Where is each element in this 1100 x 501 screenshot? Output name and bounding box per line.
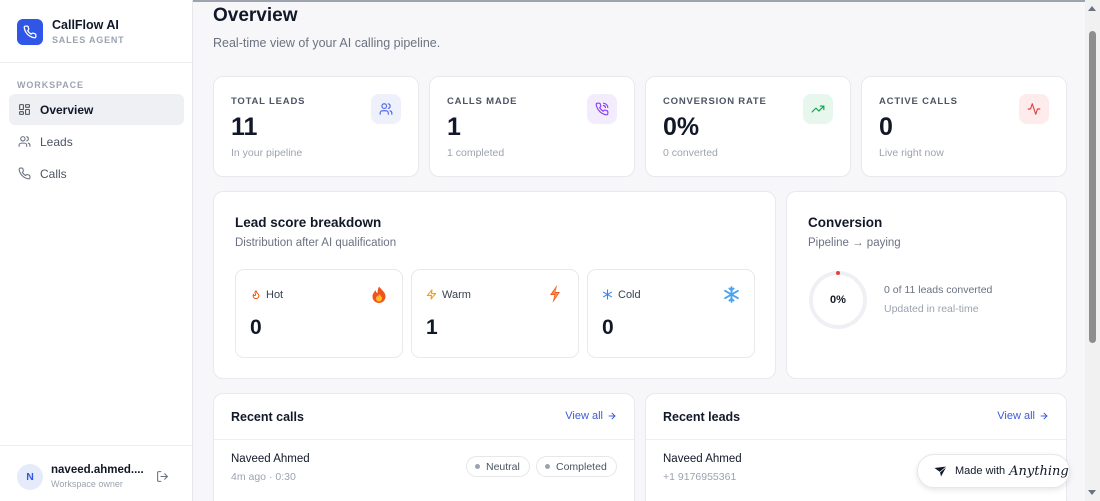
zap-icon xyxy=(426,289,437,300)
logout-icon[interactable] xyxy=(156,470,170,484)
made-with-brand: Anything xyxy=(1009,463,1069,479)
view-all-calls-link[interactable]: View all xyxy=(565,410,617,422)
stat-label: CONVERSION RATE xyxy=(663,96,767,107)
badge-label: Neutral xyxy=(486,460,520,473)
activity-icon xyxy=(1019,94,1049,124)
anything-logo-icon xyxy=(934,465,947,477)
stat-label: ACTIVE CALLS xyxy=(879,96,958,107)
stat-value: 1 xyxy=(447,113,461,141)
flame-icon xyxy=(250,289,261,300)
score-card-hot: Hot 0 xyxy=(235,269,403,358)
stat-card-active-calls: ACTIVE CALLS 0 Live right now xyxy=(861,76,1067,177)
view-all-label: View all xyxy=(997,410,1035,422)
users-icon xyxy=(17,135,31,149)
divider xyxy=(646,439,1066,440)
stat-label: CALLS MADE xyxy=(447,96,518,107)
stat-label: TOTAL LEADS xyxy=(231,96,306,107)
score-label: Hot xyxy=(266,289,284,301)
brand-subtitle: SALES AGENT xyxy=(52,35,125,45)
page-title: Overview xyxy=(213,5,298,26)
score-card-cold: Cold 0 xyxy=(587,269,755,358)
lightning-emoji-icon xyxy=(546,285,564,303)
conversion-card: Conversion Pipeline → paying 0% 0 of 11 … xyxy=(786,191,1067,379)
trending-up-icon xyxy=(803,94,833,124)
user-name: naveed.ahmed.... xyxy=(51,464,144,476)
vertical-scrollbar[interactable] xyxy=(1085,0,1100,501)
avatar: N xyxy=(17,464,43,490)
card-title: Recent calls xyxy=(231,410,304,424)
score-label: Warm xyxy=(442,289,471,301)
divider xyxy=(214,439,634,440)
phone-call-icon xyxy=(587,94,617,124)
brand[interactable]: CallFlow AI SALES AGENT xyxy=(17,18,124,45)
snowflake-icon xyxy=(602,289,613,300)
conversion-summary: 0 of 11 leads converted xyxy=(884,284,993,296)
lead-score-breakdown-card: Lead score breakdown Distribution after … xyxy=(213,191,776,379)
stat-value: 0% xyxy=(663,113,700,141)
stat-card-calls-made: CALLS MADE 1 1 completed xyxy=(429,76,635,177)
brand-title: CallFlow AI xyxy=(52,18,119,32)
score-label: Cold xyxy=(618,289,641,301)
stat-card-conversion-rate: CONVERSION RATE 0% 0 converted xyxy=(645,76,851,177)
scroll-up-arrow-icon[interactable] xyxy=(1088,6,1096,11)
scrollbar-thumb[interactable] xyxy=(1089,31,1096,343)
score-value: 1 xyxy=(426,316,438,339)
user-role: Workspace owner xyxy=(51,479,123,489)
stat-note: Live right now xyxy=(879,147,944,159)
stat-card-total-leads: TOTAL LEADS 11 In your pipeline xyxy=(213,76,419,177)
grid-icon xyxy=(17,103,31,117)
status-dot xyxy=(475,464,480,469)
sidebar-section-label: WORKSPACE xyxy=(17,80,84,90)
status-badge: Completed xyxy=(536,456,617,477)
stat-value: 0 xyxy=(879,113,893,141)
sidebar-nav: Overview Leads Calls xyxy=(9,94,184,190)
conversion-updated: Updated in real-time xyxy=(884,303,979,315)
score-value: 0 xyxy=(250,316,262,339)
lead-phone: +1 9176955361 xyxy=(663,471,737,483)
stat-value: 11 xyxy=(231,113,258,141)
sidebar-divider xyxy=(0,62,192,63)
sidebar-item-overview[interactable]: Overview xyxy=(9,94,184,125)
score-value: 0 xyxy=(602,316,614,339)
badge-label: Completed xyxy=(556,460,607,473)
arrow-right-icon xyxy=(1039,411,1049,421)
sidebar: CallFlow AI SALES AGENT WORKSPACE Overvi… xyxy=(0,0,193,501)
card-subtitle: Pipeline → paying xyxy=(808,237,901,249)
made-with-label: Made with xyxy=(955,465,1006,477)
call-meta: 4m ago · 0:30 xyxy=(231,471,296,483)
card-title: Lead score breakdown xyxy=(235,215,382,230)
stat-note: 0 converted xyxy=(663,147,718,159)
sidebar-item-label: Leads xyxy=(40,134,73,149)
card-title: Conversion xyxy=(808,215,883,230)
sidebar-item-calls[interactable]: Calls xyxy=(9,158,184,189)
flame-emoji-icon xyxy=(370,285,388,303)
users-icon xyxy=(371,94,401,124)
stat-note: In your pipeline xyxy=(231,147,303,159)
sidebar-item-label: Overview xyxy=(40,102,94,117)
sidebar-item-label: Calls xyxy=(40,166,67,181)
view-all-label: View all xyxy=(565,410,603,422)
page-subtitle: Real-time view of your AI calling pipeli… xyxy=(213,36,441,50)
card-subtitle: Distribution after AI qualification xyxy=(235,237,397,249)
arrow-right-icon xyxy=(607,411,617,421)
user-profile[interactable]: N naveed.ahmed.... Workspace owner xyxy=(0,445,192,501)
score-card-warm: Warm 1 xyxy=(411,269,579,358)
main-content: Overview Real-time view of your AI calli… xyxy=(193,0,1085,501)
stat-note: 1 completed xyxy=(447,147,505,159)
scroll-down-arrow-icon[interactable] xyxy=(1088,490,1096,495)
recent-calls-card: Recent calls View all Naveed Ahmed 4m ag… xyxy=(213,393,635,501)
sentiment-badge: Neutral xyxy=(466,456,530,477)
card-title: Recent leads xyxy=(663,410,741,424)
conversion-percent: 0% xyxy=(830,294,846,306)
phone-icon xyxy=(17,167,31,181)
view-all-leads-link[interactable]: View all xyxy=(997,410,1049,422)
call-contact-name: Naveed Ahmed xyxy=(231,453,310,465)
sidebar-item-leads[interactable]: Leads xyxy=(9,126,184,157)
made-with-badge[interactable]: Made with Anything xyxy=(917,454,1070,488)
lead-name: Naveed Ahmed xyxy=(663,453,742,465)
status-dot xyxy=(545,464,550,469)
snowflake-emoji-icon xyxy=(722,285,740,303)
phone-logo-icon xyxy=(17,18,43,45)
